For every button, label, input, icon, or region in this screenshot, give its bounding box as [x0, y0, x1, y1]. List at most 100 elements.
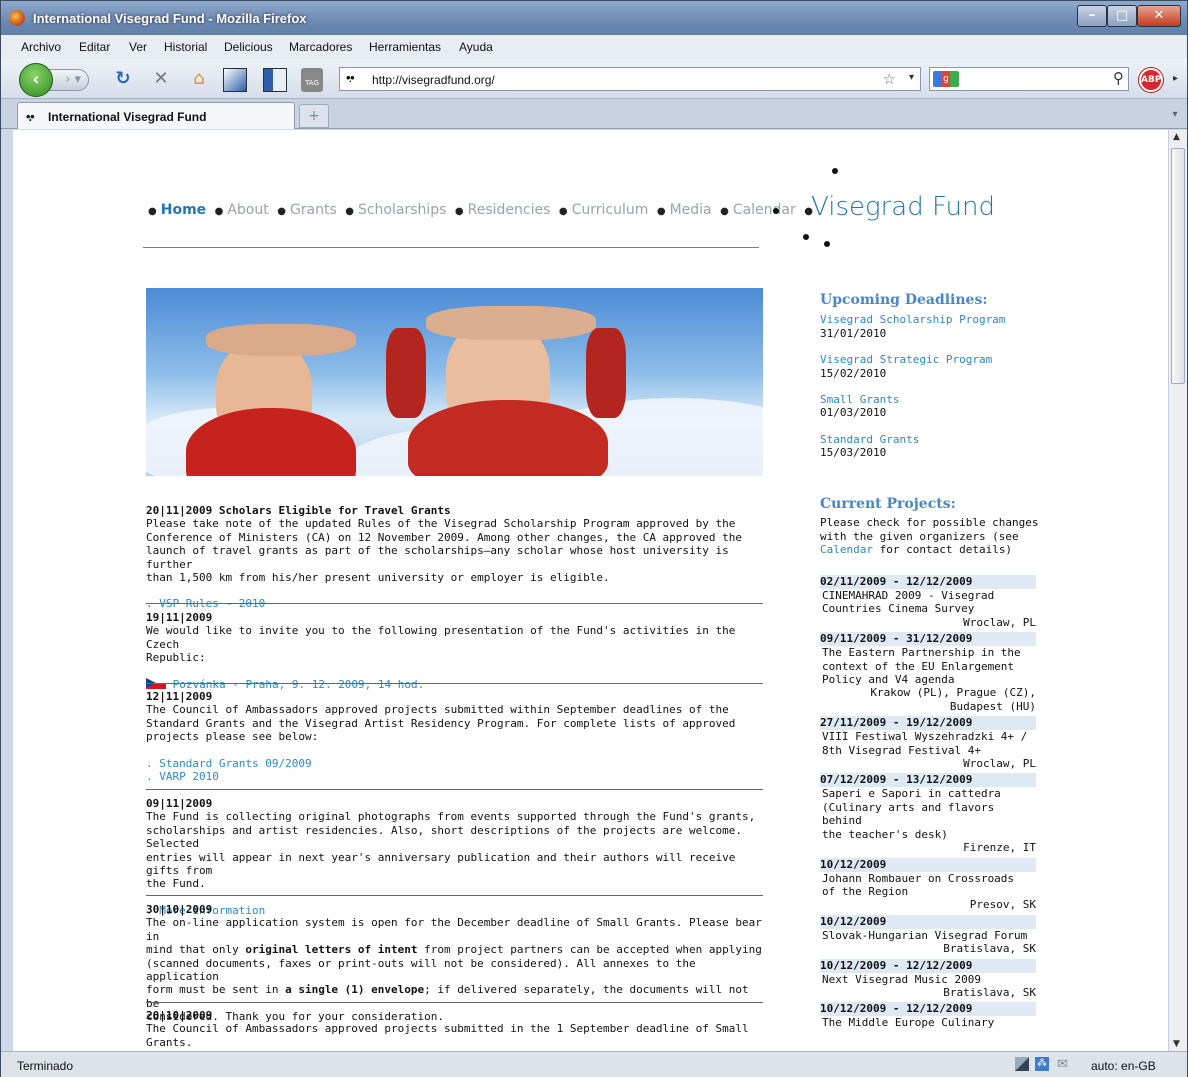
- minimize-button[interactable]: –: [1077, 5, 1107, 27]
- menu-archivo[interactable]: Archivo: [21, 40, 61, 54]
- nav-curriculum[interactable]: Curriculum: [572, 202, 649, 218]
- new-tab-button[interactable]: +: [299, 104, 329, 128]
- project-title[interactable]: the teacher's desk): [820, 828, 1036, 841]
- news-text: The Fund is collecting original photogra…: [146, 810, 756, 824]
- calendar-link[interactable]: Calendar: [820, 543, 873, 556]
- deadline-link[interactable]: Standard Grants: [820, 433, 1042, 446]
- address-bar[interactable]: •.• http://visegradfund.org/ ☆ ▾: [339, 67, 921, 91]
- projects-intro: Please check for possible changes: [820, 516, 1039, 530]
- maximize-button[interactable]: □: [1107, 5, 1137, 27]
- news-text: The Council of Ambassadors approved proj…: [146, 1022, 749, 1036]
- project-dates: 07/12/2009 - 13/12/2009: [820, 773, 1036, 788]
- menu-historial[interactable]: Historial: [164, 40, 207, 54]
- nav-media[interactable]: Media: [670, 202, 712, 218]
- news-text: than 1,500 km from his/her present unive…: [146, 571, 610, 585]
- url-text: http://visegradfund.org/: [372, 73, 495, 87]
- project-title[interactable]: Next Visegrad Music 2009: [820, 973, 1036, 986]
- browser-window: International Visegrad Fund - Mozilla Fi…: [0, 0, 1188, 1077]
- projects-title: Current Projects:: [820, 496, 956, 512]
- project-title[interactable]: Countries Cinema Survey: [820, 602, 1036, 615]
- menu-delicious[interactable]: Delicious: [224, 40, 273, 54]
- varp-link[interactable]: . VARP 2010: [146, 770, 219, 783]
- deadline-link[interactable]: Visegrad Strategic Program: [820, 353, 1042, 366]
- menu-marcadores[interactable]: Marcadores: [289, 40, 352, 54]
- nav-grants[interactable]: Grants: [290, 202, 337, 218]
- sidebar-icon[interactable]: [263, 68, 287, 92]
- project-dates: 10/12/2009: [820, 857, 1036, 872]
- deadline-date: 01/03/2010: [820, 406, 887, 420]
- deadline-date: 15/02/2010: [820, 366, 887, 380]
- project-title[interactable]: CINEMAHRAD 2009 - Visegrad: [820, 589, 1036, 602]
- news-text: form must be sent in a single (1) envelo…: [146, 983, 749, 1010]
- menu-bar: Archivo Editar Ver Historial Delicious M…: [1, 35, 1187, 59]
- menu-editar[interactable]: Editar: [79, 40, 110, 54]
- close-window-button[interactable]: ✕: [1137, 5, 1181, 27]
- nav-scholarships[interactable]: Scholarships: [358, 202, 446, 218]
- news-text: entries will appear in next year's anniv…: [146, 850, 736, 878]
- back-button[interactable]: ‹: [19, 63, 53, 97]
- news-date: 09|11|2009: [146, 797, 213, 810]
- deadline-date: 15/03/2010: [820, 446, 887, 460]
- project-title[interactable]: Johann Rombauer on Crossroads: [820, 872, 1036, 885]
- news-date: 20|11|2009 Scholars Eligible for Travel …: [146, 504, 451, 517]
- nav-residencies[interactable]: Residencies: [468, 202, 551, 218]
- search-bar[interactable]: g ⚲: [929, 67, 1129, 91]
- toolbar-overflow-icon[interactable]: ▸: [1173, 73, 1178, 84]
- adblock-plus-icon[interactable]: ABP: [1139, 68, 1163, 92]
- deadline-link[interactable]: Visegrad Scholarship Program: [820, 313, 1042, 326]
- stop-icon[interactable]: ✕: [149, 68, 173, 90]
- project-title[interactable]: The Middle Europe Culinary: [820, 1016, 1036, 1029]
- language-indicator[interactable]: auto: en-GB: [1091, 1059, 1156, 1073]
- bookmarks-icon[interactable]: [223, 68, 247, 92]
- scroll-thumb[interactable]: [1171, 148, 1185, 384]
- deadline-link[interactable]: Small Grants: [820, 393, 1042, 406]
- menu-ayuda[interactable]: Ayuda: [459, 40, 493, 54]
- delicious-status-icon[interactable]: ⁂: [1035, 1057, 1049, 1071]
- scroll-up-icon[interactable]: ▲: [1173, 132, 1180, 142]
- project-title[interactable]: VIII Festiwal Wyszehradzki 4+ /: [820, 730, 1036, 743]
- scroll-down-icon[interactable]: ▼: [1173, 1039, 1180, 1049]
- project-place: Presov, SK: [969, 898, 1036, 912]
- news-text: (scanned documents, faxes or print-outs …: [146, 956, 696, 984]
- home-icon[interactable]: ⌂: [187, 68, 211, 90]
- logo-dot: [803, 234, 809, 240]
- network-icon[interactable]: [1015, 1057, 1029, 1071]
- bookmark-star-icon[interactable]: ☆: [883, 70, 896, 88]
- tab-list-dropdown-icon[interactable]: ▾: [1167, 104, 1183, 126]
- project-item: 10/12/2009 Slovak-Hungarian Visegrad Foru…: [820, 914, 1036, 956]
- menu-ver[interactable]: Ver: [129, 40, 147, 54]
- mail-icon[interactable]: ✉: [1057, 1057, 1071, 1071]
- upcoming-deadlines: Upcoming Deadlines: Visegrad Scholarship…: [820, 293, 1042, 460]
- site-logo[interactable]: Visegrad Fund: [811, 192, 995, 222]
- nav-home[interactable]: Home: [161, 202, 206, 218]
- project-title[interactable]: (Culinary arts and flavors behind: [820, 801, 1036, 828]
- forward-button[interactable]: › ▾: [49, 69, 89, 91]
- news-text: Standard Grants and the Visegrad Artist …: [146, 716, 736, 730]
- tab-label: International Visegrad Fund: [48, 110, 207, 124]
- standard-grants-link[interactable]: . Standard Grants 09/2009: [146, 757, 312, 770]
- nav-calendar[interactable]: Calendar: [733, 202, 796, 218]
- news-text: We would like to invite you to the follo…: [146, 624, 736, 651]
- project-title[interactable]: of the Region: [820, 885, 1036, 898]
- project-title[interactable]: Saperi e Sapori in cattedra: [820, 787, 1036, 800]
- search-icon[interactable]: ⚲: [1113, 69, 1124, 87]
- project-title[interactable]: Policy and V4 agenda: [820, 673, 1036, 686]
- nav-about[interactable]: About: [227, 202, 268, 218]
- news-item: 20|11|2009 Scholars Eligible for Travel …: [146, 504, 763, 611]
- tab-international-visegrad-fund[interactable]: •.• International Visegrad Fund: [17, 102, 295, 129]
- project-title[interactable]: 8th Visegrad Festival 4+: [820, 744, 1036, 757]
- project-item: 07/12/2009 - 13/12/2009 Saperi e Sapori i…: [820, 773, 1036, 854]
- url-dropdown-icon[interactable]: ▾: [909, 72, 914, 83]
- vertical-scrollbar[interactable]: ▲ ▼: [1168, 130, 1187, 1051]
- project-title[interactable]: context of the EU Enlargement: [820, 660, 1036, 673]
- current-projects-header: Current Projects: Please check for possi…: [820, 496, 1042, 557]
- google-search-engine-icon[interactable]: g: [933, 71, 959, 87]
- pozvanka-praha-link[interactable]: Pozvánka - Praha, 9. 12. 2009, 14 hod.: [173, 678, 425, 691]
- project-title[interactable]: The Eastern Partnership in the: [820, 646, 1036, 659]
- site-favicon-icon: •.•: [346, 70, 355, 85]
- news-text: scholarships and artist residencies. Als…: [146, 823, 743, 851]
- tag-icon[interactable]: TAG: [301, 68, 325, 92]
- project-title[interactable]: Slovak-Hungarian Visegrad Forum: [820, 929, 1036, 942]
- menu-herramientas[interactable]: Herramientas: [369, 40, 441, 54]
- reload-icon[interactable]: ↻: [111, 68, 135, 90]
